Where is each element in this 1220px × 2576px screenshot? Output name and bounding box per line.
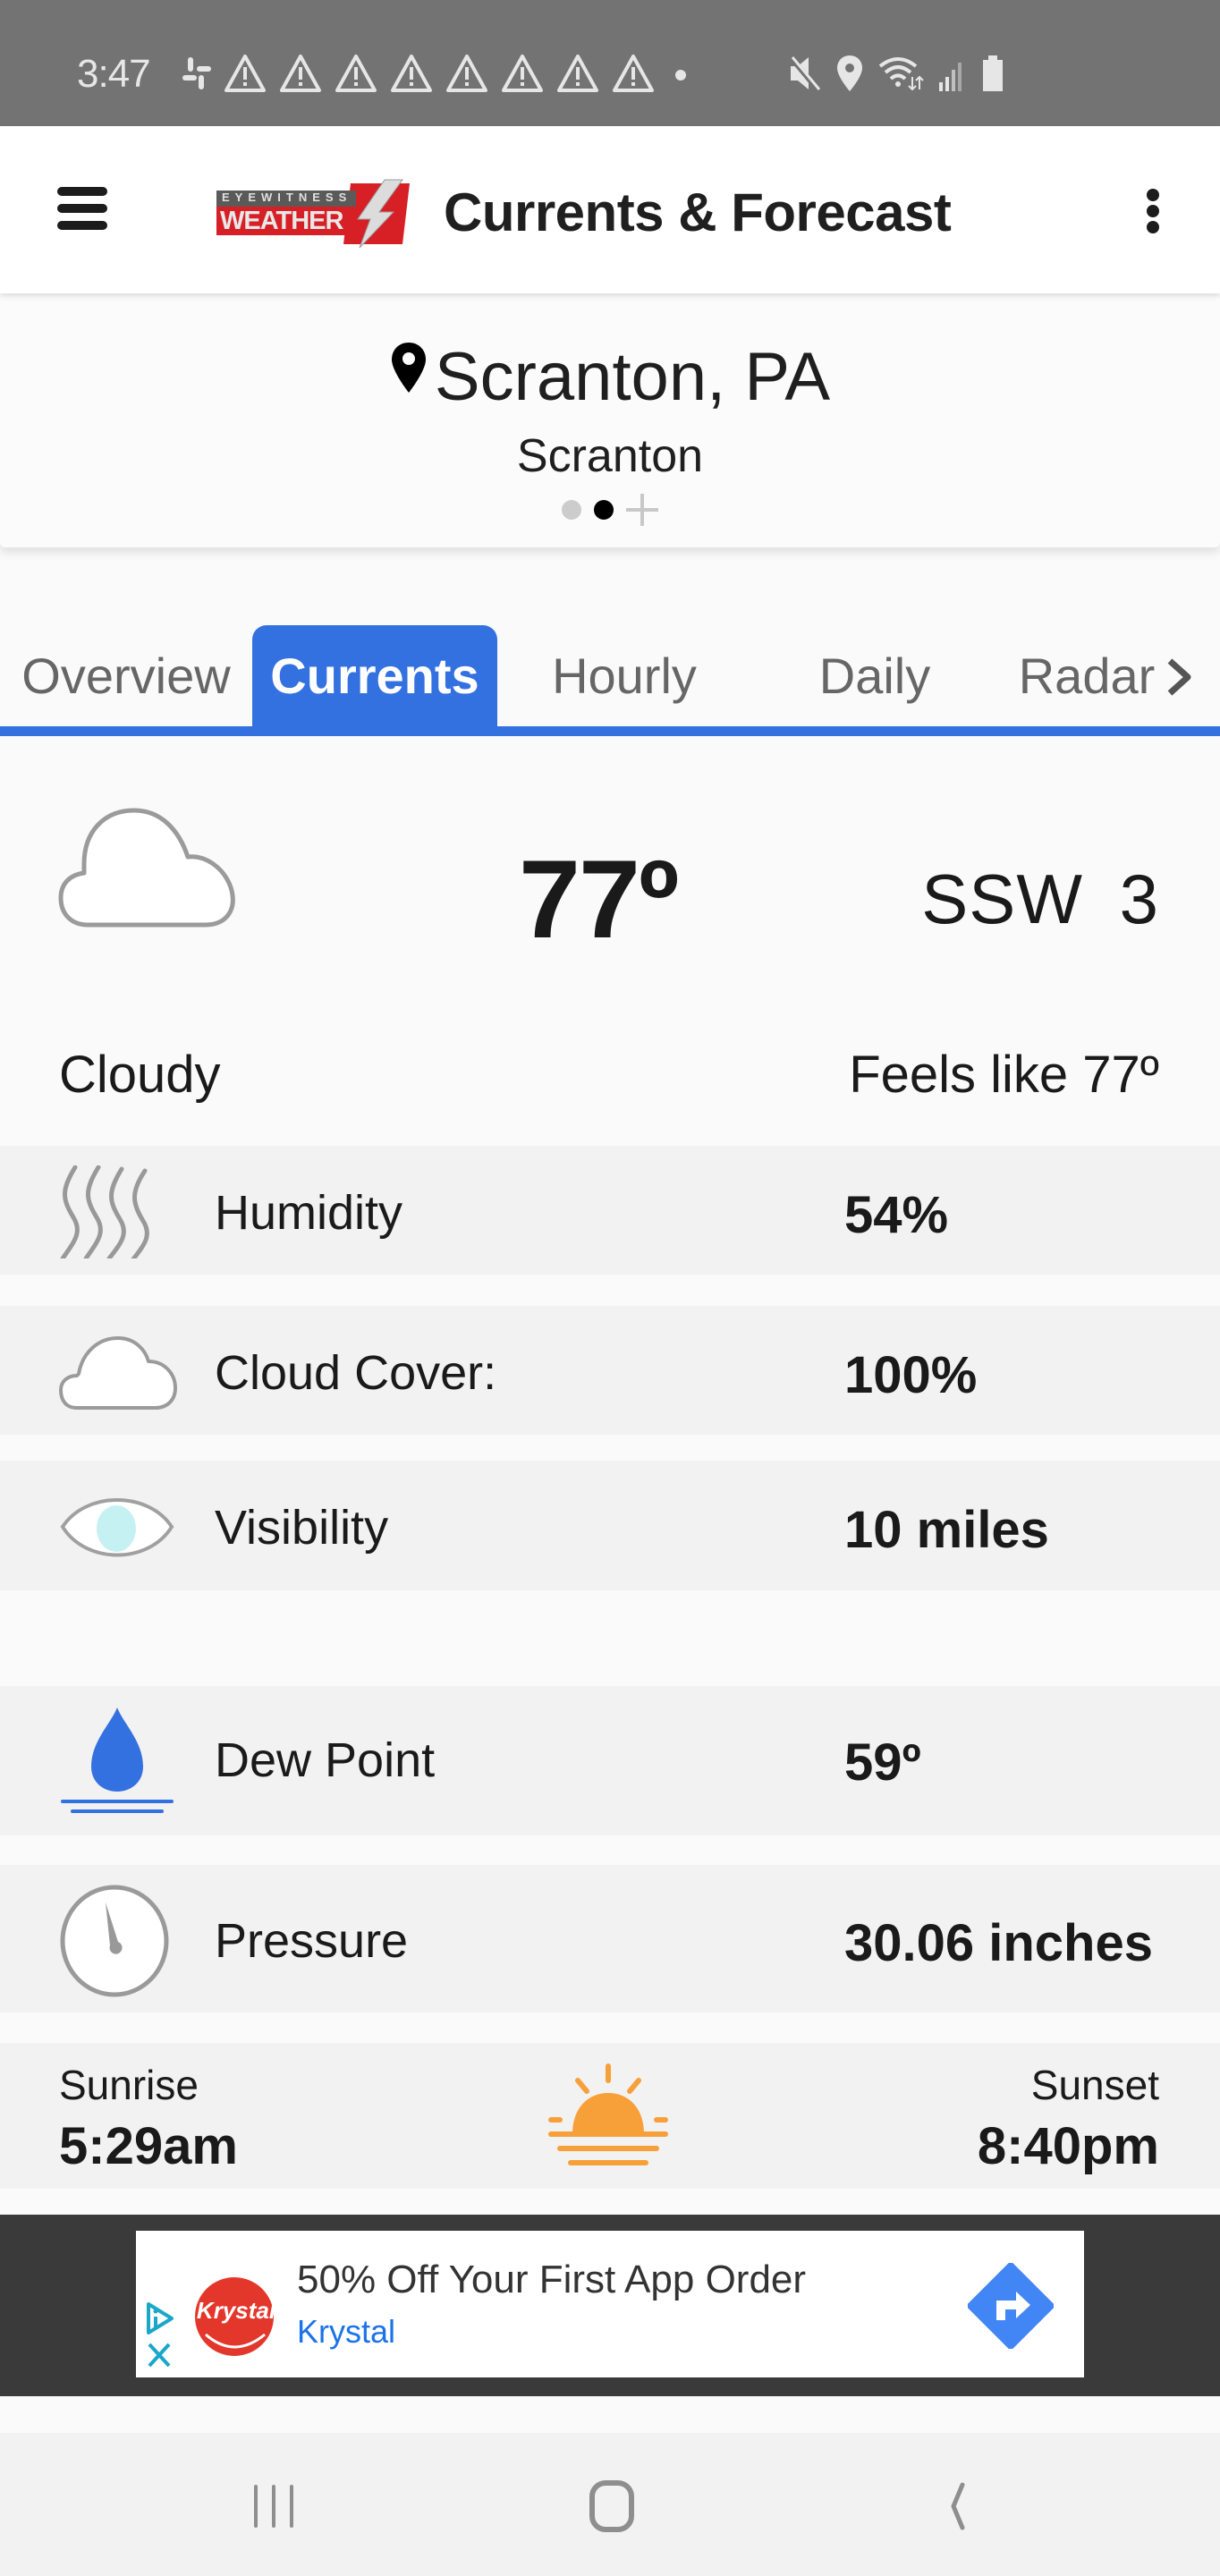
detail-row-humidity: Humidity 54% xyxy=(0,1146,1220,1275)
tab-overview[interactable]: Overview xyxy=(7,625,245,726)
warning-icon xyxy=(445,54,488,93)
feels-like: Feels like 77º xyxy=(849,1046,1159,1104)
detail-row-dew-point: Dew Point 59º xyxy=(0,1686,1220,1835)
tab-currents[interactable]: Currents xyxy=(252,625,497,726)
eye-icon xyxy=(59,1487,175,1568)
ad-directions-icon[interactable] xyxy=(967,2262,1055,2350)
warning-icon xyxy=(335,54,377,93)
tab-hourly[interactable]: Hourly xyxy=(510,625,739,726)
detail-label: Humidity xyxy=(215,1186,403,1240)
ad-close-icon[interactable] xyxy=(147,2342,172,2368)
cloud-icon xyxy=(59,1335,177,1411)
tab-radar[interactable]: Radar xyxy=(1011,625,1163,726)
slack-icon xyxy=(182,55,211,91)
tab-bar: Overview Currents Hourly Daily Radar xyxy=(0,625,1220,726)
warning-icon xyxy=(279,54,322,93)
signal-icon xyxy=(937,54,968,93)
chevron-right-icon[interactable] xyxy=(1163,657,1195,697)
location-subtitle: Scranton xyxy=(516,430,704,482)
warning-icon xyxy=(612,54,655,93)
status-bar: 3:47 xyxy=(0,0,1220,126)
add-location-icon[interactable] xyxy=(626,494,658,526)
detail-label: Cloud Cover: xyxy=(215,1346,497,1400)
sunrise-sunset-row: Sunrise 5:29am Sunset 8:40pm xyxy=(0,2043,1220,2189)
wifi-icon xyxy=(877,54,925,93)
tab-indicator xyxy=(0,726,1220,736)
detail-label: Dew Point xyxy=(215,1733,436,1787)
location-name: Scranton, PA xyxy=(434,339,831,415)
overflow-menu-button[interactable] xyxy=(1136,182,1172,239)
gauge-icon xyxy=(59,1885,172,1997)
krystal-logo-text: Krystal xyxy=(196,2297,276,2324)
detail-value: 54% xyxy=(844,1186,949,1244)
logo-text-top: EYEWITNESS xyxy=(222,191,352,204)
sunrise-label: Sunrise xyxy=(59,2062,199,2108)
warning-icon xyxy=(501,54,544,93)
humidity-icon xyxy=(59,1165,175,1263)
detail-value: 59º xyxy=(844,1733,921,1792)
detail-label: Pressure xyxy=(215,1914,409,1968)
menu-button[interactable] xyxy=(54,180,111,237)
mute-icon xyxy=(787,54,823,93)
detail-row-visibility: Visibility 10 miles xyxy=(0,1461,1220,1590)
back-button[interactable] xyxy=(921,2479,993,2533)
home-button[interactable] xyxy=(578,2479,649,2533)
detail-value: 30.06 inches xyxy=(844,1914,1153,1972)
detail-value: 100% xyxy=(844,1346,978,1404)
warning-icon xyxy=(224,54,267,93)
ad-advertiser[interactable]: Krystal xyxy=(297,2313,395,2351)
kebab-icon xyxy=(1147,189,1159,201)
page-title: Currents & Forecast xyxy=(444,182,952,242)
recent-apps-button[interactable] xyxy=(238,2479,309,2533)
detail-row-cloud-cover: Cloud Cover: 100% xyxy=(0,1306,1220,1435)
warning-icon xyxy=(556,54,599,93)
ad-banner[interactable]: Krystal 50% Off Your First App Order Kry… xyxy=(136,2231,1084,2377)
krystal-logo: Krystal xyxy=(188,2267,281,2360)
location-pin-icon xyxy=(390,333,428,411)
current-temperature: 77º xyxy=(519,838,679,962)
system-nav-bar xyxy=(0,2433,1220,2576)
sunset-sun-icon xyxy=(547,2063,669,2168)
logo-text-bottom: WEATHER xyxy=(220,207,343,235)
cloud-icon xyxy=(57,805,241,930)
ad-banner-container: Krystal 50% Off Your First App Order Kry… xyxy=(0,2215,1220,2396)
location-pager xyxy=(0,494,1220,526)
location-icon xyxy=(835,54,864,93)
sunset-time: 8:40pm xyxy=(977,2117,1159,2175)
tab-daily[interactable]: Daily xyxy=(769,625,980,726)
hamburger-icon xyxy=(57,187,107,196)
page-indicator-2[interactable] xyxy=(594,500,614,520)
detail-value: 10 miles xyxy=(844,1501,1049,1559)
status-time: 3:47 xyxy=(77,52,151,96)
detail-label: Visibility xyxy=(215,1501,389,1555)
ad-choices-icon[interactable] xyxy=(145,2301,175,2336)
wind-readout: SSW 3 xyxy=(921,860,1159,938)
dew-drop-icon xyxy=(59,1706,175,1813)
warning-icon xyxy=(390,54,433,93)
ad-headline[interactable]: 50% Off Your First App Order xyxy=(297,2258,806,2302)
page-indicator-1[interactable] xyxy=(562,500,581,520)
sunrise-time: 5:29am xyxy=(59,2117,238,2175)
eyewitness-weather-logo: EYEWITNESS WEATHER xyxy=(216,178,413,249)
dot-icon xyxy=(667,54,694,93)
detail-row-pressure: Pressure 30.06 inches xyxy=(0,1865,1220,2012)
app-header: EYEWITNESS WEATHER Currents & Forecast xyxy=(0,126,1220,293)
location-card[interactable]: Scranton, PA Scranton xyxy=(0,293,1220,547)
sunset-label: Sunset xyxy=(1030,2062,1159,2108)
battery-icon xyxy=(980,54,1005,93)
condition-text: Cloudy xyxy=(59,1046,221,1104)
